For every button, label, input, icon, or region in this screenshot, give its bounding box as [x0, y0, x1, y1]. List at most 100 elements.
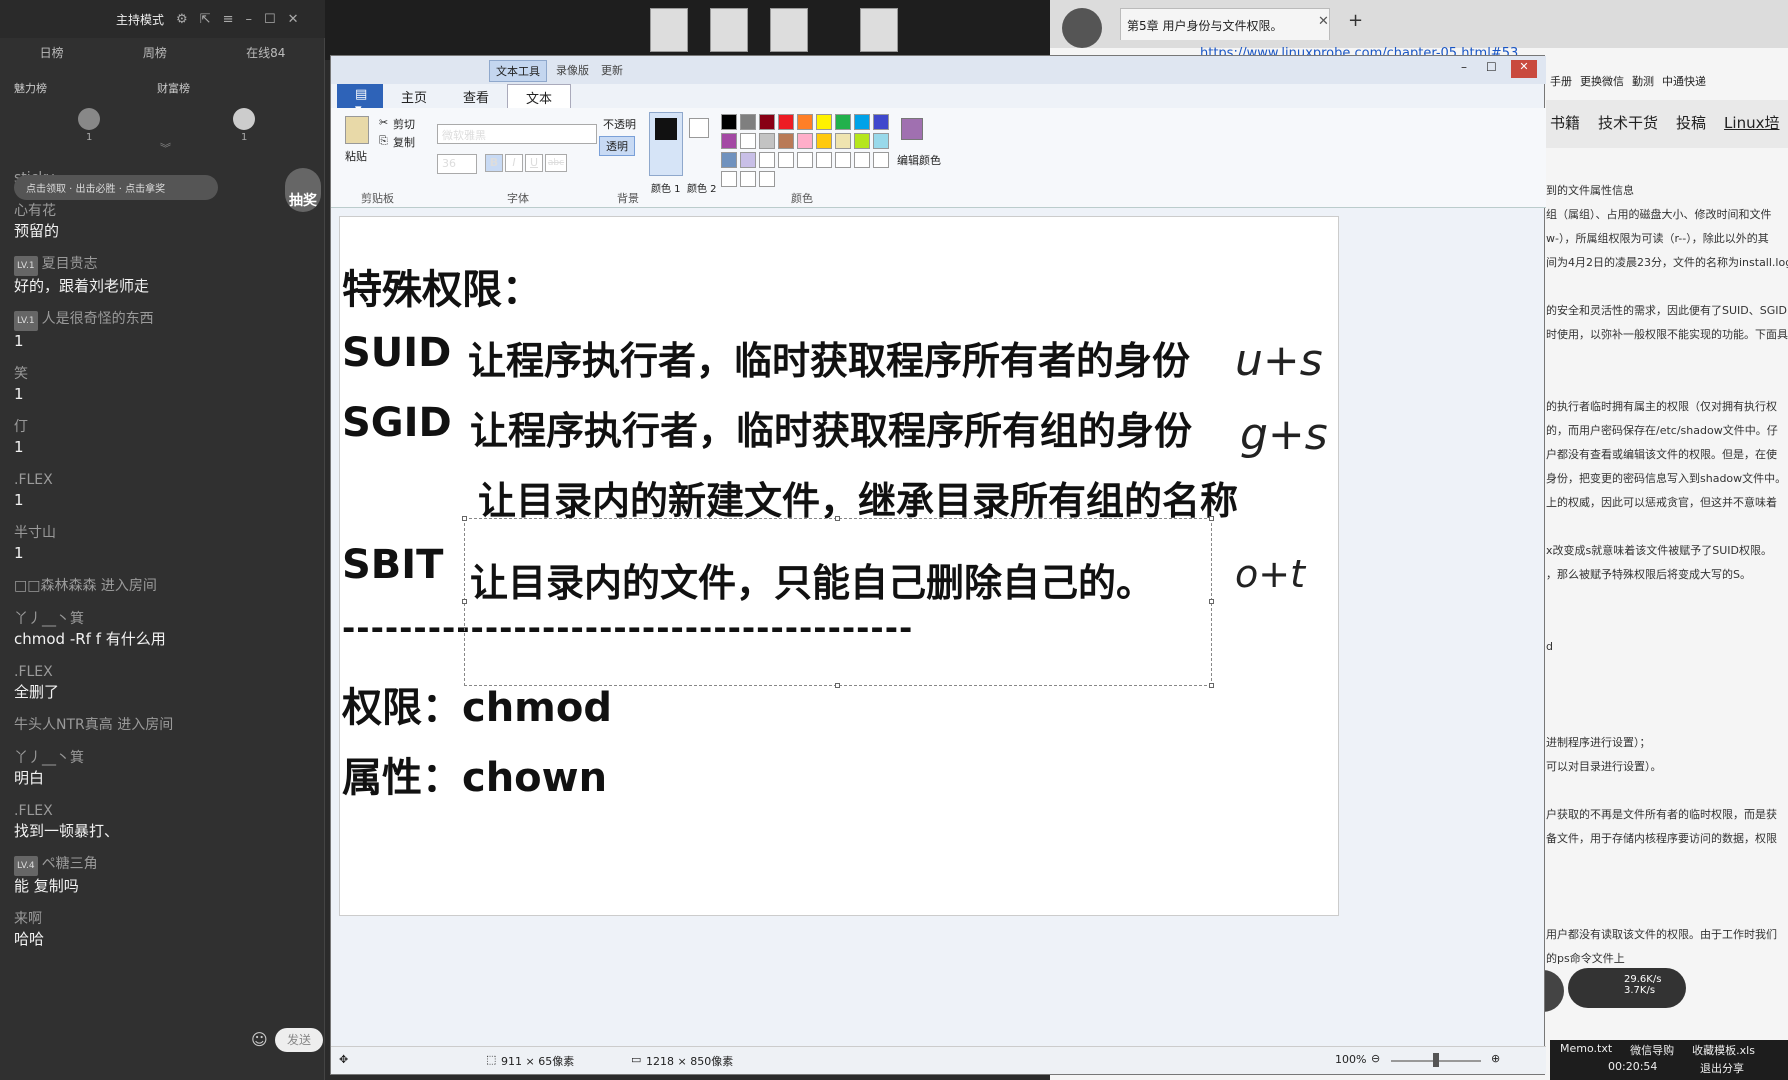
zoom-in-icon[interactable]: ⊕: [1491, 1052, 1500, 1065]
palette-color-swatch[interactable]: [854, 114, 870, 130]
bookmark-item[interactable]: 更换微信: [1580, 73, 1624, 93]
palette-color-swatch[interactable]: [759, 133, 775, 149]
file-menu-button[interactable]: ▤ ▾: [337, 84, 383, 117]
close-icon[interactable]: ✕: [288, 12, 299, 27]
palette-color-swatch[interactable]: [740, 152, 756, 168]
chat-username[interactable]: .FLEX: [14, 470, 314, 490]
palette-color-swatch[interactable]: [816, 133, 832, 149]
chevron-down-icon[interactable]: ︾: [160, 140, 171, 156]
color1-button[interactable]: [649, 112, 683, 176]
copy-icon[interactable]: ⎘: [379, 134, 388, 148]
opaque-button[interactable]: 不透明: [603, 116, 636, 132]
resize-handle[interactable]: [1209, 516, 1214, 521]
chat-username[interactable]: □□森林森森 进入房间: [14, 576, 314, 596]
palette-empty-swatch[interactable]: [740, 171, 756, 187]
settings-icon[interactable]: ⚙: [176, 12, 188, 27]
paste-button[interactable]: 粘贴: [345, 148, 367, 164]
minimize-icon[interactable]: –: [1461, 60, 1467, 74]
emoji-icon[interactable]: ☺: [251, 1030, 268, 1049]
lottery-button[interactable]: 抽奖: [285, 168, 321, 212]
palette-color-swatch[interactable]: [816, 114, 832, 130]
palette-empty-swatch[interactable]: [816, 152, 832, 168]
palette-empty-swatch[interactable]: [835, 152, 851, 168]
bookmark-item[interactable]: 手册: [1550, 73, 1572, 93]
resize-handle[interactable]: [1209, 683, 1214, 688]
desktop-folder-icon[interactable]: [770, 8, 808, 52]
tab-weekly[interactable]: 周榜: [143, 44, 167, 66]
palette-color-swatch[interactable]: [873, 133, 889, 149]
chat-notice-banner[interactable]: 点击领取 · 出击必胜 · 点击拿奖: [14, 175, 218, 200]
chat-username[interactable]: 仃: [14, 417, 314, 437]
palette-empty-swatch[interactable]: [797, 152, 813, 168]
text-selection-box[interactable]: [462, 516, 1214, 688]
taskbar-item[interactable]: Memo.txt: [1560, 1042, 1612, 1058]
edit-colors-icon[interactable]: [901, 118, 923, 140]
chat-username[interactable]: 丫丿__丶箕: [14, 609, 314, 629]
minimize-icon[interactable]: –: [245, 12, 252, 27]
maximize-icon[interactable]: ☐: [1486, 60, 1497, 74]
font-family-select[interactable]: 微软雅黑: [437, 124, 597, 144]
zoom-out-icon[interactable]: ⊖: [1371, 1052, 1380, 1065]
desktop-folder-icon[interactable]: [650, 8, 688, 52]
context-tab-text-tools[interactable]: 文本工具: [489, 60, 547, 82]
taskbar-item[interactable]: 微信导购: [1630, 1042, 1674, 1058]
palette-color-swatch[interactable]: [721, 114, 737, 130]
nav-books[interactable]: 书籍: [1550, 112, 1580, 136]
underline-button[interactable]: U: [525, 154, 543, 172]
palette-empty-swatch[interactable]: [778, 152, 794, 168]
send-button[interactable]: 发送: [275, 1028, 323, 1052]
tab-view[interactable]: 查看: [445, 84, 507, 108]
palette-empty-swatch[interactable]: [759, 171, 775, 187]
palette-color-swatch[interactable]: [759, 114, 775, 130]
bold-button[interactable]: B: [485, 154, 503, 172]
resize-handle[interactable]: [462, 516, 467, 521]
avatar[interactable]: [233, 108, 255, 130]
font-size-select[interactable]: 36: [437, 154, 477, 174]
nav-linux[interactable]: Linux培: [1724, 112, 1779, 136]
zoom-slider-thumb[interactable]: [1433, 1053, 1439, 1067]
desktop-folder-icon[interactable]: [710, 8, 748, 52]
palette-color-swatch[interactable]: [740, 133, 756, 149]
paste-icon[interactable]: [345, 116, 369, 144]
color2-swatch[interactable]: [689, 118, 709, 138]
bookmark-item[interactable]: 中通快递: [1662, 73, 1706, 93]
chat-username[interactable]: LV.4 ペ糖三角: [14, 854, 314, 876]
chat-username[interactable]: 来啊: [14, 909, 314, 929]
exit-share-button[interactable]: 退出分享: [1700, 1060, 1744, 1076]
nav-tech[interactable]: 技术干货: [1598, 112, 1658, 136]
desktop-folder-icon[interactable]: [860, 8, 898, 52]
tab-home[interactable]: 主页: [383, 84, 445, 108]
palette-color-swatch[interactable]: [778, 114, 794, 130]
resize-handle[interactable]: [462, 599, 467, 604]
tab-online[interactable]: 在线84: [246, 44, 285, 66]
palette-color-swatch[interactable]: [873, 114, 889, 130]
tab-daily[interactable]: 日榜: [40, 44, 64, 66]
close-icon[interactable]: ✕: [1318, 14, 1329, 29]
copy-button[interactable]: 复制: [393, 134, 415, 150]
palette-color-swatch[interactable]: [721, 152, 737, 168]
new-tab-icon[interactable]: +: [1348, 10, 1363, 31]
external-link-icon[interactable]: ⇱: [200, 12, 211, 27]
menu-icon[interactable]: ≡: [223, 12, 234, 27]
transparent-button[interactable]: 透明: [599, 136, 635, 156]
chat-username[interactable]: LV.1 夏目贵志: [14, 254, 314, 276]
palette-empty-swatch[interactable]: [873, 152, 889, 168]
palette-color-swatch[interactable]: [797, 114, 813, 130]
edit-colors-button[interactable]: 编辑颜色: [897, 152, 941, 168]
palette-color-swatch[interactable]: [835, 133, 851, 149]
chat-username[interactable]: .FLEX: [14, 801, 314, 821]
chat-username[interactable]: 半寸山: [14, 523, 314, 543]
palette-color-swatch[interactable]: [778, 133, 794, 149]
palette-color-swatch[interactable]: [835, 114, 851, 130]
close-icon[interactable]: ✕: [1511, 60, 1537, 78]
palette-empty-swatch[interactable]: [854, 152, 870, 168]
browser-tab[interactable]: 第5章 用户身份与文件权限。: [1120, 8, 1330, 40]
cut-button[interactable]: 剪切: [393, 116, 415, 132]
chat-username[interactable]: 心有花: [14, 201, 314, 221]
maximize-icon[interactable]: ☐: [264, 12, 276, 27]
chat-username[interactable]: .FLEX: [14, 662, 314, 682]
resize-handle[interactable]: [835, 683, 840, 688]
palette-empty-swatch[interactable]: [721, 171, 737, 187]
palette-color-swatch[interactable]: [721, 133, 737, 149]
palette-empty-swatch[interactable]: [759, 152, 775, 168]
